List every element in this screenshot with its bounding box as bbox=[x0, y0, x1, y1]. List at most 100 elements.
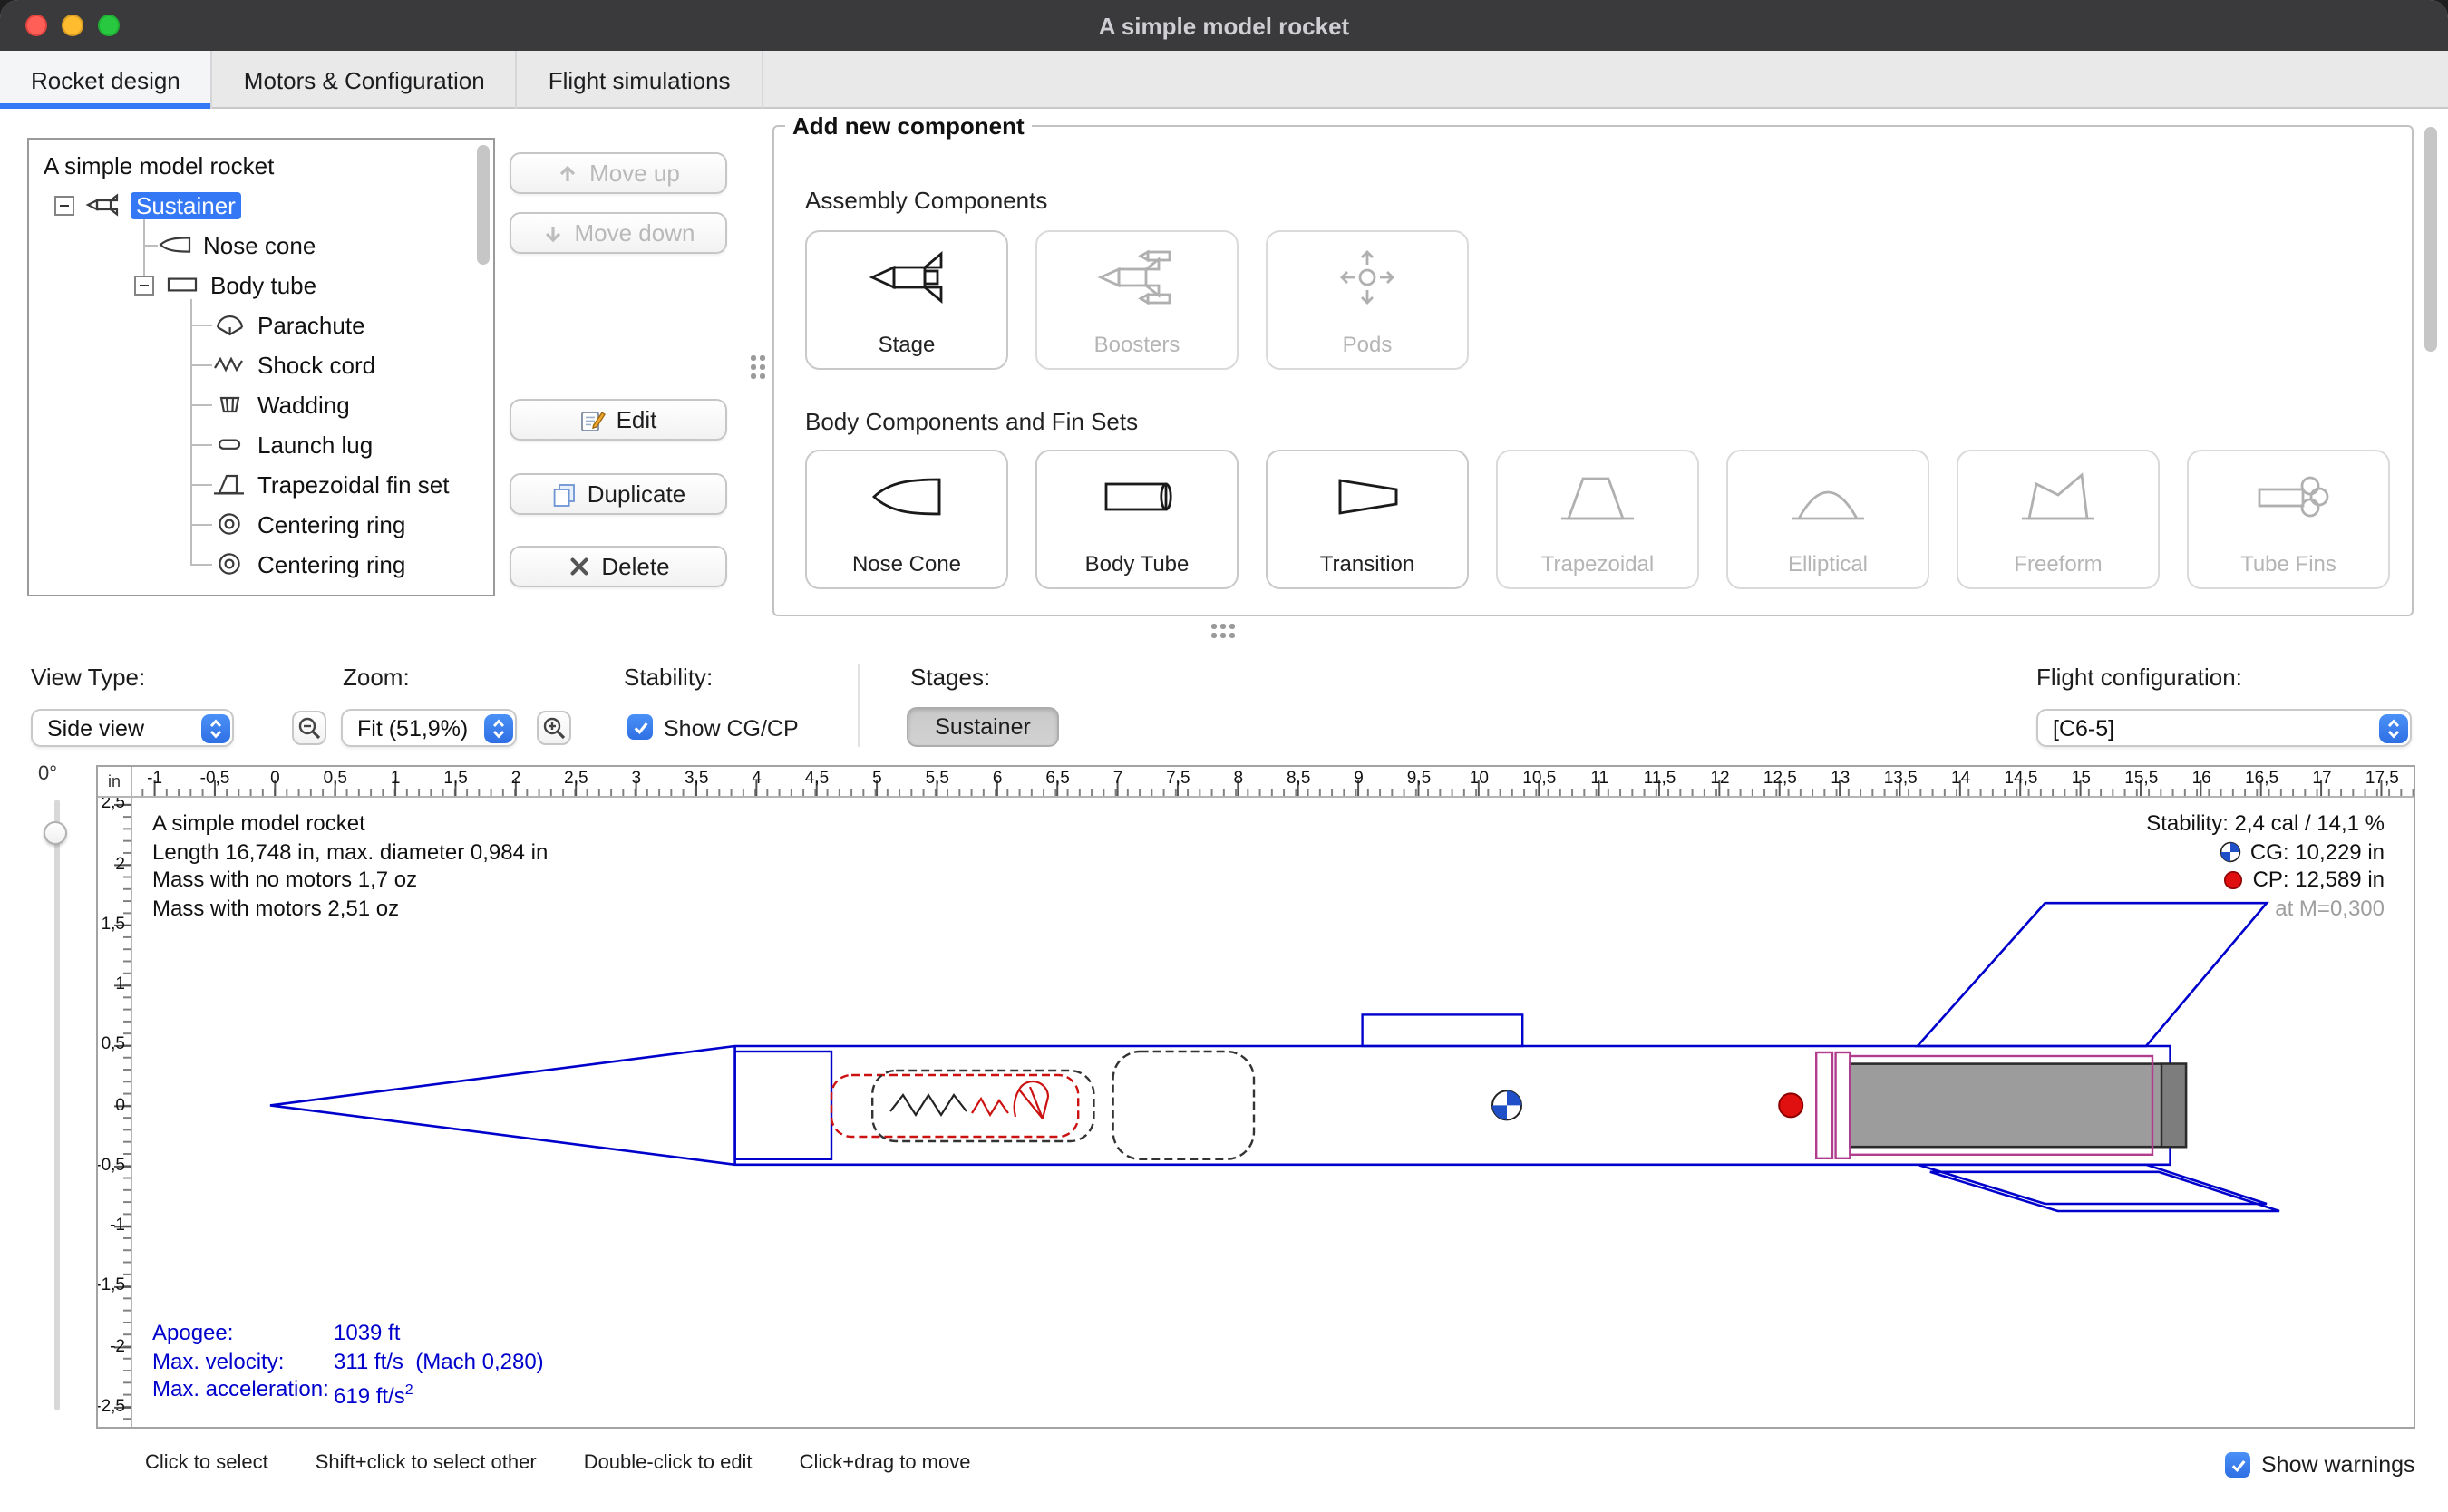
acceleration-sup: 2 bbox=[405, 1381, 413, 1398]
velocity-label: Max. velocity: bbox=[152, 1348, 334, 1376]
stability-value: Stability: 2,4 cal / 14,1 % bbox=[2146, 810, 2385, 838]
shock-cord-line bbox=[890, 1095, 967, 1115]
ruler-label: 14,5 bbox=[2005, 769, 2038, 789]
add-nose-cone-card[interactable]: Nose Cone bbox=[805, 450, 1008, 589]
add-stage-card[interactable]: Stage bbox=[805, 230, 1008, 370]
stage-icon bbox=[863, 243, 950, 312]
add-component-title: Add new component bbox=[785, 112, 1032, 140]
zoom-select[interactable]: Fit (51,9%) bbox=[341, 709, 517, 747]
add-pods-card: Pods bbox=[1266, 230, 1469, 370]
ruler-label: 1,5 bbox=[443, 769, 467, 789]
stages-label: Stages: bbox=[910, 664, 990, 691]
ruler-label: 15,5 bbox=[2124, 769, 2158, 789]
v-ruler-labels: 2,521,510,50-0,5-1-1,5-2-2,5 bbox=[98, 767, 132, 1427]
tree-item-nose-cone[interactable]: Nose cone bbox=[29, 225, 493, 265]
ruler-label: 0 bbox=[115, 1095, 125, 1115]
ruler-unit: in bbox=[98, 767, 132, 798]
view-type-value: Side view bbox=[47, 715, 144, 741]
rocket-name: A simple model rocket bbox=[152, 810, 548, 838]
stage-sustainer-toggle[interactable]: Sustainer bbox=[907, 707, 1059, 747]
tree-item-centering-ring[interactable]: Centering ring bbox=[29, 504, 493, 544]
titlebar: A simple model rocket bbox=[0, 0, 2448, 51]
rocket-mass-empty: Mass with no motors 1,7 oz bbox=[152, 867, 548, 895]
arrow-up-icon bbox=[557, 162, 578, 184]
collapse-expander-icon[interactable] bbox=[54, 195, 74, 215]
tab-motors-configuration[interactable]: Motors & Configuration bbox=[213, 51, 518, 109]
zoom-out-button[interactable] bbox=[292, 711, 326, 745]
card-label: Body Tube bbox=[1037, 551, 1237, 577]
delete-x-icon bbox=[567, 555, 590, 578]
edit-button[interactable]: Edit bbox=[510, 399, 727, 441]
centering-ring bbox=[1836, 1052, 1851, 1158]
ruler-label: 5,5 bbox=[926, 769, 949, 789]
add-transition-card[interactable]: Transition bbox=[1266, 450, 1469, 589]
show-cgcp-label: Show CG/CP bbox=[664, 716, 799, 741]
vertical-splitter-handle[interactable] bbox=[751, 355, 765, 379]
stepper-chevrons-icon bbox=[2378, 713, 2407, 742]
tree-item-trapezoidal-fin-set[interactable]: Trapezoidal fin set bbox=[29, 464, 493, 504]
add-body-tube-card[interactable]: Body Tube bbox=[1035, 450, 1239, 589]
ruler-label: 3 bbox=[631, 769, 641, 789]
horizontal-splitter-handle[interactable] bbox=[1211, 624, 1235, 638]
tree-item-inner-tube[interactable]: Inner Tube bbox=[29, 584, 493, 595]
ruler-label: -0,5 bbox=[200, 769, 230, 789]
hint-shift-click: Shift+click to select other bbox=[316, 1452, 537, 1474]
tube-fins-icon bbox=[2245, 462, 2332, 531]
tree-item-shock-cord[interactable]: Shock cord bbox=[29, 344, 493, 384]
transition-icon bbox=[1324, 462, 1411, 531]
show-warnings-checkbox[interactable] bbox=[2225, 1452, 2250, 1478]
tree-item-parachute[interactable]: Parachute bbox=[29, 305, 493, 344]
freeform-fin-icon bbox=[2015, 462, 2102, 531]
tree-item-centering-ring[interactable]: Centering ring bbox=[29, 544, 493, 584]
ruler-label: 9,5 bbox=[1407, 769, 1431, 789]
minimize-icon[interactable] bbox=[62, 15, 83, 36]
zoom-icon[interactable] bbox=[98, 15, 120, 36]
nose-cone-icon bbox=[158, 232, 192, 257]
ruler-label: 8,5 bbox=[1287, 769, 1310, 789]
tree-item-wadding[interactable]: Wadding bbox=[29, 384, 493, 424]
rotation-slider-track[interactable] bbox=[53, 800, 59, 1410]
ruler-label: 6,5 bbox=[1045, 769, 1069, 789]
shock-cord-icon bbox=[212, 352, 247, 377]
panel-scrollbar-thumb[interactable] bbox=[2424, 127, 2437, 352]
flight-configuration-label: Flight configuration: bbox=[2036, 664, 2242, 691]
flight-configuration-select[interactable]: [C6-5] bbox=[2036, 709, 2412, 747]
ruler-label: 1 bbox=[391, 769, 401, 789]
delete-label: Delete bbox=[601, 553, 669, 580]
ruler-label: 7,5 bbox=[1166, 769, 1190, 789]
apogee-value: 1039 ft bbox=[334, 1320, 400, 1348]
tree-item-body-tube[interactable]: Body tube bbox=[29, 265, 493, 305]
move-down-button: Move down bbox=[510, 212, 727, 254]
ruler-label: 0,5 bbox=[102, 1035, 125, 1055]
flight-results-block: Apogee:1039 ft Max. velocity:311 ft/s (M… bbox=[152, 1320, 544, 1411]
tab-rocket-design[interactable]: Rocket design bbox=[0, 51, 213, 109]
card-label: Transition bbox=[1268, 551, 1467, 577]
stepper-chevrons-icon bbox=[483, 713, 512, 742]
mach-note: at M=0,300 bbox=[2146, 895, 2385, 923]
collapse-expander-icon[interactable] bbox=[134, 275, 154, 295]
tree-item-rocket[interactable]: A simple model rocket bbox=[29, 145, 493, 185]
rotation-slider-thumb[interactable] bbox=[44, 821, 67, 845]
ruler-label: -1 bbox=[110, 1216, 125, 1236]
tree-scrollbar-thumb[interactable] bbox=[477, 145, 490, 265]
card-label: Trapezoidal bbox=[1498, 551, 1697, 577]
duplicate-button[interactable]: Duplicate bbox=[510, 473, 727, 515]
tree-item-sustainer[interactable]: Sustainer bbox=[29, 185, 493, 225]
tree-item-label: A simple model rocket bbox=[44, 151, 274, 179]
zoom-in-button[interactable] bbox=[537, 711, 571, 745]
ruler-label: 9 bbox=[1354, 769, 1364, 789]
rocket-mass-motors: Mass with motors 2,51 oz bbox=[152, 895, 548, 923]
add-component-panel: Add new component Assembly Components St… bbox=[772, 112, 2414, 616]
tree-item-label: Sustainer bbox=[131, 191, 241, 218]
close-icon[interactable] bbox=[25, 15, 47, 36]
delete-button[interactable]: Delete bbox=[510, 546, 727, 587]
ruler-label: 13,5 bbox=[1884, 769, 1918, 789]
ruler-label: 3,5 bbox=[685, 769, 708, 789]
rocket-canvas[interactable]: 2,521,510,50-0,5-1-1,5-2-2,5 -1-0,500,51… bbox=[96, 765, 2415, 1429]
show-cgcp-checkbox[interactable] bbox=[627, 714, 653, 740]
tab-flight-simulations[interactable]: Flight simulations bbox=[518, 51, 763, 109]
view-type-select[interactable]: Side view bbox=[31, 709, 234, 747]
tab-label: Motors & Configuration bbox=[244, 66, 485, 93]
tree-item-launch-lug[interactable]: Launch lug bbox=[29, 424, 493, 464]
pods-icon bbox=[1324, 243, 1411, 312]
